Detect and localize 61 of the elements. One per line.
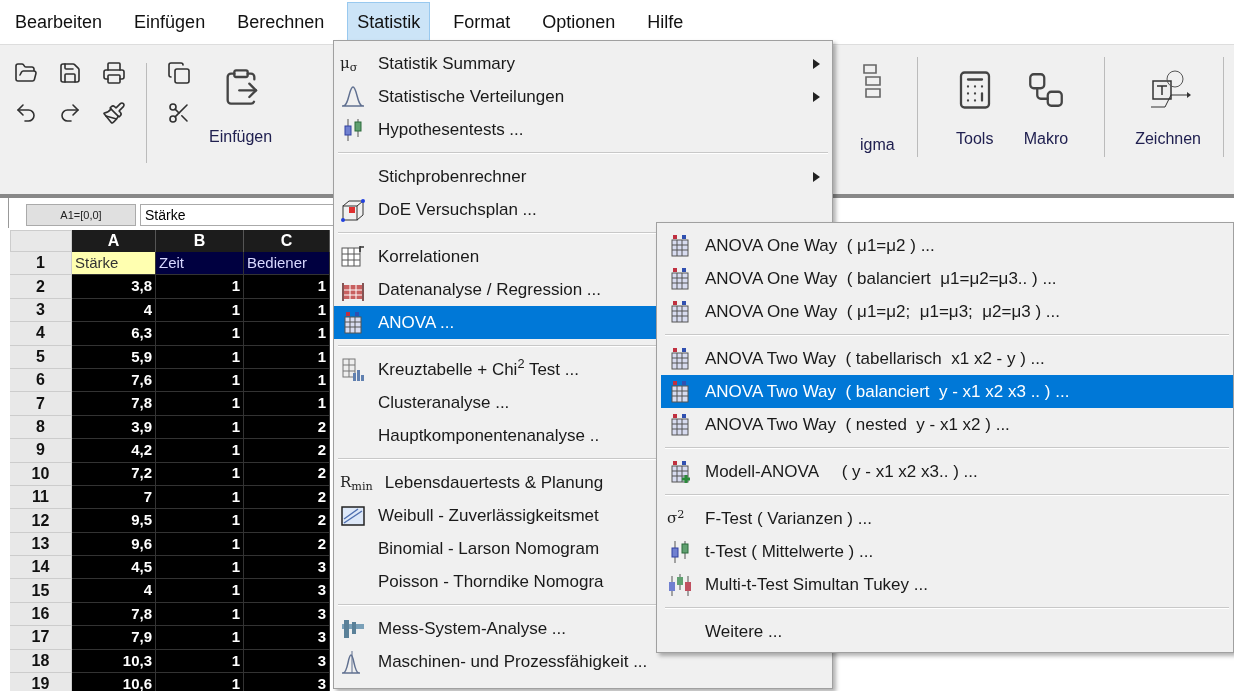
table-cell: 1 [244,392,330,416]
table-cell: 1 [244,275,330,299]
table-cell: 1 [156,415,244,440]
table-cell: 1 [244,322,330,346]
table-cell: 1 [156,462,244,486]
menu-icon-text: σ$^{2}$ [667,507,686,530]
table-cell: 3,8 [72,275,156,299]
menu-icon-text: μ$_{σ}$ [340,53,359,75]
table-cell: 1 [156,439,244,463]
table-cell: 1 [156,485,244,510]
table-cell: 5,9 [72,345,156,369]
table-cell: 1 [156,368,244,393]
table-cell: 1 [156,322,244,346]
table-cell: 7,2 [72,462,156,486]
table-cell: 3,9 [72,415,156,440]
table-cell: 3 [244,556,330,580]
table-cell: 4 [72,298,156,323]
table-cell: 1 [244,298,330,323]
table-cell: 4,5 [72,556,156,580]
table-cell: 2 [244,439,330,463]
table-cell: 3 [244,602,330,627]
table-cell: 1 [156,532,244,557]
table-cell: 1 [156,556,244,580]
table-cell: 1 [244,368,330,393]
table-cell: 1 [156,509,244,533]
table-cell: 1 [156,298,244,323]
table-cell: 3 [244,649,330,674]
table-cell: 9,5 [72,509,156,533]
table-cell: 2 [244,485,330,510]
table-cell: 1 [156,579,244,603]
table-cell: 3 [244,579,330,603]
table-cell: 2 [244,415,330,440]
table-cell: 7,6 [72,368,156,393]
table-cell: 7,8 [72,392,156,416]
table-cell: 9,6 [72,532,156,557]
table-cell: 1 [156,345,244,369]
table-cell: 1 [244,345,330,369]
table-cell: 2 [244,509,330,533]
table-cell: Bediener [244,252,330,276]
table-cell: 3 [244,673,330,691]
cell-reference: A1=[0,0] [26,204,136,226]
table-cell: 10,3 [72,649,156,674]
table-cell: 1 [156,626,244,650]
table-cell: Zeit [156,252,244,276]
table-cell: 7,9 [72,626,156,650]
table-cell: Stärke [72,252,156,276]
table-cell: 1 [156,275,244,299]
table-cell: 1 [156,673,244,691]
table-cell: 1 [156,392,244,416]
table-cell: 4,2 [72,439,156,463]
menu-icon-text: R$_{min}$ [340,472,373,494]
table-cell: 6,3 [72,322,156,346]
table-cell: 1 [156,602,244,627]
table-cell: 7 [72,485,156,510]
table-cell: 3 [244,626,330,650]
table-cell: 2 [244,532,330,557]
table-cell: 4 [72,579,156,603]
table-cell: 10,6 [72,673,156,691]
table-cell: 7,8 [72,602,156,627]
table-cell: 1 [156,649,244,674]
table-cell: 2 [244,462,330,486]
